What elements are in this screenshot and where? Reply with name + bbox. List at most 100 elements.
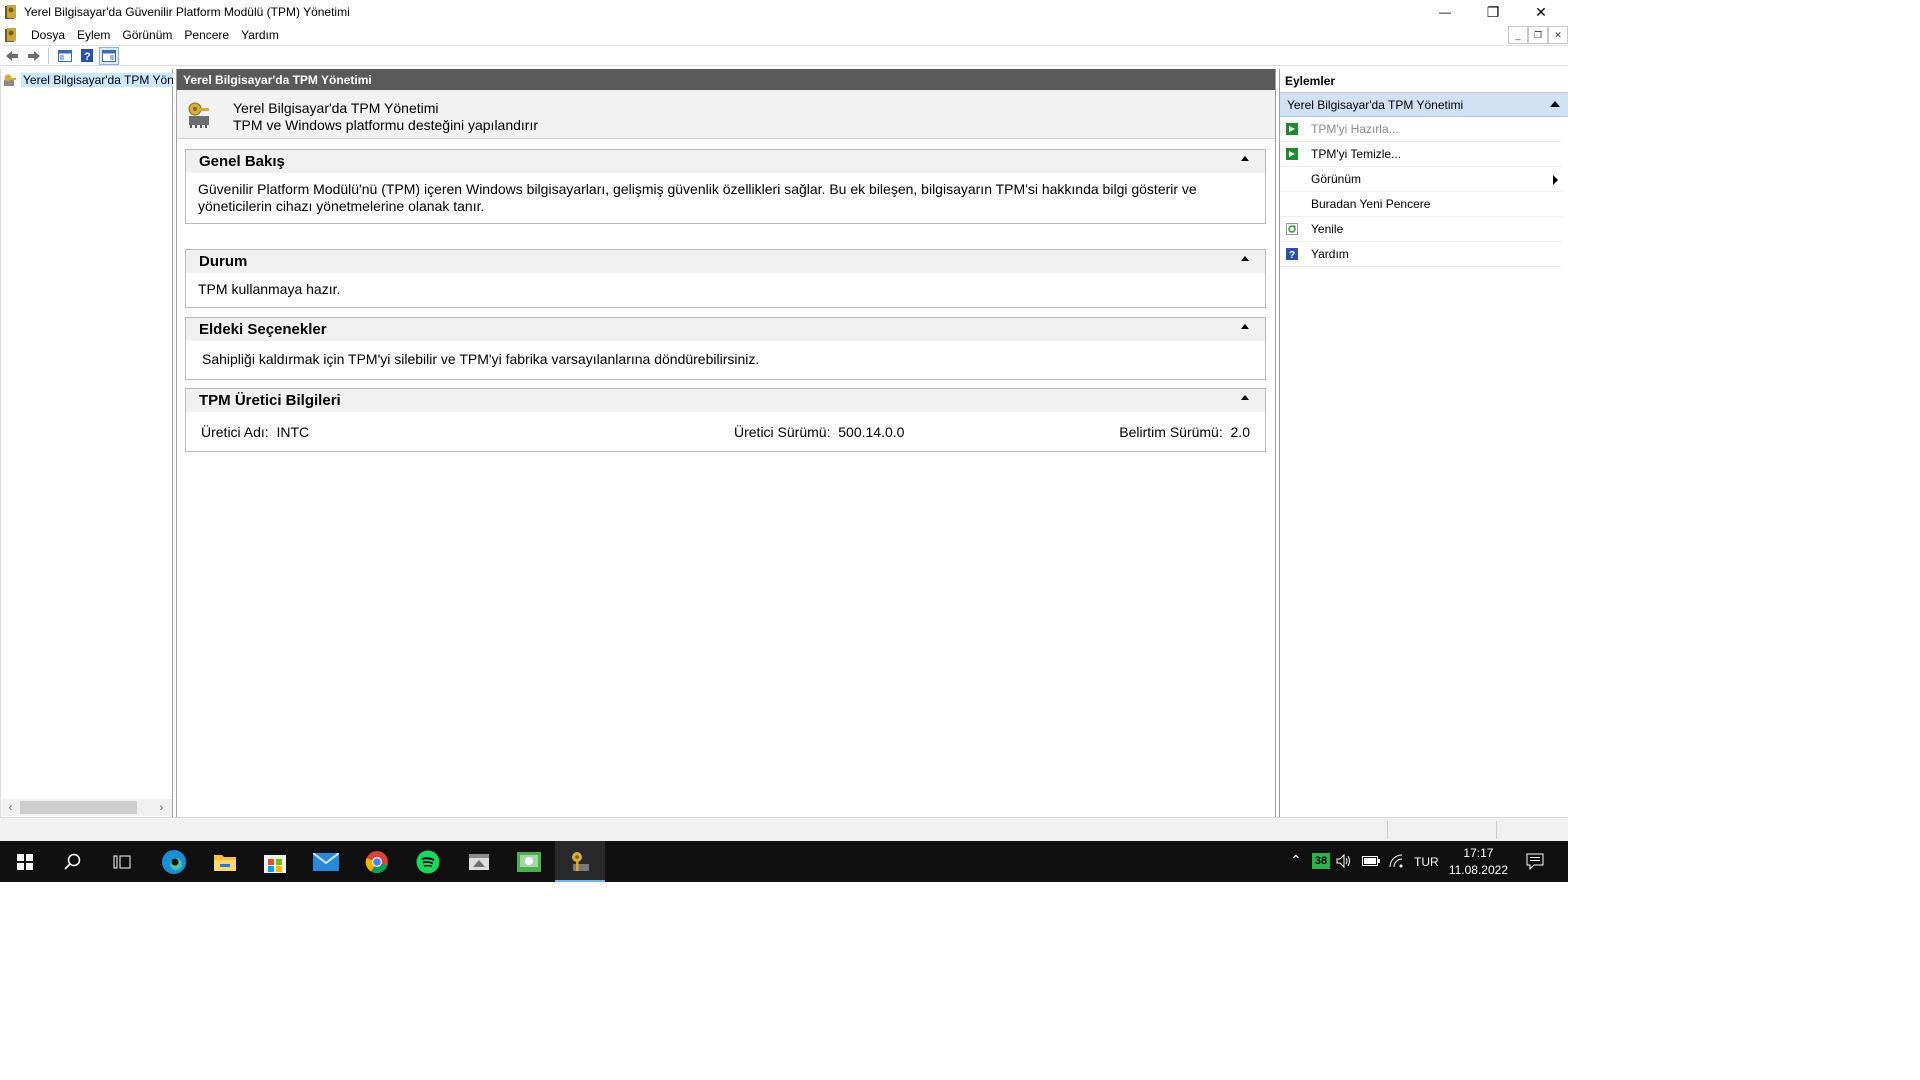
tree-item-label: Yerel Bilgisayar'da TPM Yönetimi (21, 73, 173, 87)
close-button[interactable]: ✕ (1518, 0, 1564, 24)
back-button[interactable] (2, 47, 22, 65)
overview-title: Genel Bakış (199, 153, 285, 170)
spotify-icon (416, 850, 440, 873)
console-tree-pane: Yerel Bilgisayar'da TPM Yönetimi ‹ › (0, 69, 173, 817)
volume-icon[interactable] (1336, 854, 1352, 868)
menu-pencere[interactable]: Pencere (178, 28, 235, 42)
close-icon: ✕ (1554, 29, 1562, 40)
collapse-icon[interactable] (1241, 156, 1249, 161)
overview-body: Güvenilir Platform Modülü'nü (TPM) içere… (198, 181, 1197, 214)
tpm-key-icon (5, 5, 16, 19)
overview-section-header[interactable]: Genel Bakış (186, 150, 1265, 173)
taskbar-app-mail[interactable] (301, 841, 351, 882)
task-view-button[interactable] (97, 841, 147, 882)
action-clear-tpm[interactable]: TPM'yi Temizle... (1280, 142, 1562, 167)
tpm-chip-key-icon (188, 102, 209, 128)
action-new-window-from-here[interactable]: Buradan Yeni Pencere (1280, 192, 1562, 217)
toolbar: ? (0, 45, 1568, 66)
taskbar-app-file-explorer[interactable] (200, 841, 250, 882)
minimize-button[interactable]: — (1422, 0, 1468, 24)
collapse-icon[interactable] (1241, 256, 1249, 261)
help-toolbar-button[interactable]: ? (77, 47, 97, 65)
taskbar-app-tpm-management[interactable] (555, 841, 605, 882)
notification-center-icon[interactable] (1526, 853, 1544, 870)
folder-icon (214, 854, 236, 871)
show-hide-console-tree-button[interactable] (55, 47, 75, 65)
taskbar-app-spotify[interactable] (403, 841, 453, 882)
available-options-body: Sahipliği kaldırmak için TPM'yi silebili… (202, 351, 760, 367)
taskbar-app-store[interactable] (250, 841, 300, 882)
green-arrow-icon (1286, 148, 1298, 160)
green-arrow-icon (1286, 123, 1298, 135)
edge-icon (162, 849, 186, 874)
window-title: Yerel Bilgisayar'da Güvenilir Platform M… (24, 5, 350, 19)
start-button[interactable] (0, 841, 50, 882)
forward-arrow-icon (28, 50, 40, 61)
action-label: TPM'yi Temizle... (1311, 147, 1402, 161)
show-hidden-icons-chevron-icon[interactable]: ⌃ (1290, 852, 1302, 869)
taskbar-app-chrome[interactable] (352, 841, 402, 882)
task-view-icon (113, 855, 131, 868)
close-icon: ✕ (1535, 3, 1547, 20)
clock[interactable]: 17:17 11.08.2022 (1449, 845, 1508, 879)
clock-time: 17:17 (1463, 846, 1494, 860)
menu-eylem[interactable]: Eylem (71, 28, 116, 42)
action-prepare-tpm[interactable]: TPM'yi Hazırla... (1280, 117, 1562, 142)
available-options-section-header[interactable]: Eldeki Seçenekler (186, 318, 1265, 341)
forward-button[interactable] (24, 47, 44, 65)
taskbar-app-edge[interactable] (149, 841, 199, 882)
help-icon: ? (1286, 248, 1298, 260)
specification-version-value: 2.0 (1230, 424, 1250, 440)
status-section: Durum TPM kullanmaya hazır. (185, 249, 1266, 308)
mdi-minimize-button[interactable]: _ (1508, 26, 1528, 44)
menu-gorunum[interactable]: Görünüm (116, 28, 178, 42)
taskbar-app-window-tool[interactable] (454, 841, 504, 882)
minimize-icon: — (1439, 5, 1451, 19)
taskbar-app-green-tool[interactable] (504, 841, 554, 882)
mdi-restore-button[interactable]: ❐ (1528, 26, 1548, 44)
mdi-close-button[interactable]: ✕ (1548, 26, 1568, 44)
action-refresh[interactable]: Yenile (1280, 217, 1562, 242)
console-tree-icon (58, 49, 72, 62)
taskbar: ⌃ 38 TUR 17:17 11.08.2022 (0, 841, 1568, 882)
status-body: TPM kullanmaya hazır. (198, 281, 341, 297)
wifi-icon[interactable] (1388, 853, 1404, 869)
action-label: Yardım (1311, 247, 1349, 261)
action-help[interactable]: ? Yardım (1280, 242, 1562, 267)
system-menu-icon[interactable] (4, 27, 18, 43)
scroll-left-icon[interactable]: ‹ (2, 799, 19, 816)
action-label: Yenile (1311, 222, 1344, 236)
battery-icon[interactable] (1362, 856, 1380, 866)
status-section-header[interactable]: Durum (186, 250, 1265, 273)
show-hide-action-pane-button[interactable] (99, 46, 119, 65)
actions-pane: Eylemler Yerel Bilgisayar'da TPM Yönetim… (1279, 69, 1568, 817)
input-language-indicator[interactable]: TUR (1414, 855, 1439, 869)
tpm-key-icon (4, 74, 16, 86)
action-label: Buradan Yeni Pencere (1311, 197, 1431, 211)
actions-group-header[interactable]: Yerel Bilgisayar'da TPM Yönetimi (1280, 93, 1568, 117)
menu-yardim[interactable]: Yardım (235, 28, 285, 42)
collapse-icon[interactable] (1241, 324, 1249, 329)
maximize-button[interactable]: ❐ (1470, 0, 1516, 24)
available-options-title: Eldeki Seçenekler (199, 321, 327, 338)
specification-version-label: Belirtim Sürümü: (1119, 424, 1223, 440)
tree-item-tpm-management[interactable]: Yerel Bilgisayar'da TPM Yönetimi (3, 72, 173, 88)
horizontal-scrollbar[interactable]: ‹ › (2, 799, 172, 816)
menu-dosya[interactable]: Dosya (25, 28, 71, 42)
app-green-icon (517, 851, 541, 872)
tray-badge[interactable]: 38 (1312, 853, 1330, 869)
scroll-right-icon[interactable]: › (153, 799, 170, 816)
manufacturer-info-section-header[interactable]: TPM Üretici Bilgileri (186, 389, 1265, 412)
menu-bar: Dosya Eylem Görünüm Pencere Yardım (0, 24, 1568, 45)
scrollbar-thumb[interactable] (20, 801, 137, 814)
search-button[interactable] (48, 841, 98, 882)
title-bar: Yerel Bilgisayar'da Güvenilir Platform M… (0, 0, 1568, 24)
restore-icon: ❐ (1533, 29, 1543, 40)
manufacturer-name-value: INTC (276, 424, 310, 440)
tpm-key-icon (572, 851, 589, 871)
snapin-banner: Yerel Bilgisayar'da TPM Yönetimi TPM ve … (177, 90, 1275, 139)
action-view[interactable]: Görünüm (1280, 167, 1562, 192)
collapse-icon[interactable] (1241, 395, 1249, 400)
manufacturer-name-field: Üretici Adı: INTC (201, 424, 309, 441)
collapse-icon[interactable] (1550, 101, 1560, 107)
